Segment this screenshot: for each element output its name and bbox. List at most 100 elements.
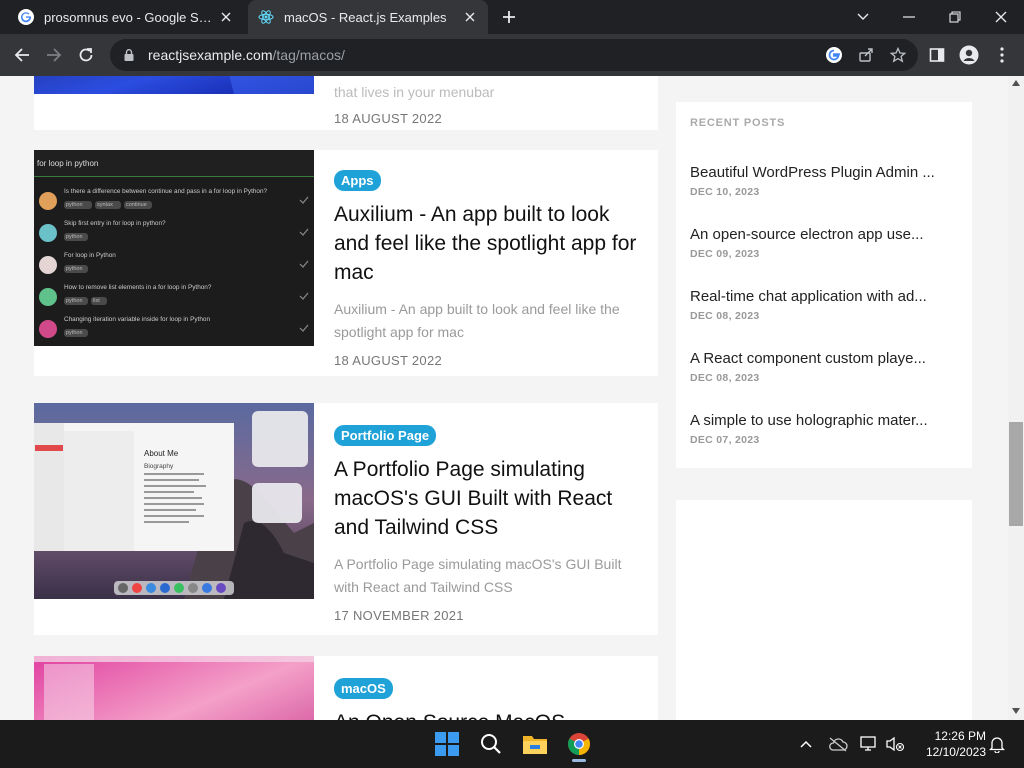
thumb-row-text: Skip first entry in for loop in python? [64,220,166,227]
thumb-tag: python [66,234,83,240]
profile-avatar-icon[interactable] [957,43,981,67]
macos-portfolio-screenshot [34,403,314,599]
category-badge[interactable]: macOS [334,678,393,699]
recent-post-item[interactable]: Real-time chat application with ad... DE… [690,288,960,322]
url-domain: reactjsexample.com [148,47,273,63]
scroll-thumb[interactable] [1009,422,1023,526]
page-scrollbar[interactable] [1008,76,1024,720]
post-card[interactable]: for loop in python Is there a difference… [34,150,658,376]
recent-post-title[interactable]: An open-source electron app use... [690,226,960,243]
google-icon [18,9,34,25]
thumb-row-text: Is there a difference between continue a… [64,188,268,195]
search-icon[interactable] [477,730,505,758]
close-tab-icon[interactable] [462,9,478,25]
recent-posts-widget: RECENT POSTS Beautiful WordPress Plugin … [676,102,972,468]
reload-button[interactable] [73,42,99,68]
recent-post-item[interactable]: Beautiful WordPress Plugin Admin ... DEC… [690,164,960,198]
macos-desktop-screenshot [34,656,314,720]
tab-search-icon[interactable] [840,0,886,34]
url-path: /tag/macos/ [272,47,345,63]
show-hidden-icons-icon[interactable] [794,732,818,756]
close-tab-icon[interactable] [218,9,234,25]
post-date: 17 NOVEMBER 2021 [334,608,464,623]
post-title[interactable]: Auxilium - An app built to look and feel… [334,200,644,287]
tab-macos-react[interactable]: macOS - React.js Examples [248,0,488,34]
page-content: that lives in your menubar 18 AUGUST 202… [0,76,1008,720]
recent-post-date: DEC 10, 2023 [690,186,760,198]
tab-google-search[interactable]: prosomnus evo - Google Search [8,0,244,34]
close-window-button[interactable] [978,0,1024,34]
recent-post-item[interactable]: An open-source electron app use... DEC 0… [690,226,960,260]
browser-toolbar: reactjsexample.com/tag/macos/ [0,34,1024,76]
post-title[interactable]: An Open Source MacOS [334,708,644,720]
windows-start-icon[interactable] [433,730,461,758]
bookmark-star-icon[interactable] [886,39,910,71]
recent-post-item[interactable]: A simple to use holographic mater... DEC… [690,412,960,446]
thumb-tag: python [66,266,83,272]
post-date: 18 AUGUST 2022 [334,353,443,368]
url-text: reactjsexample.com/tag/macos/ [148,47,345,63]
recent-post-date: DEC 09, 2023 [690,248,760,260]
thumb-tag: python [66,298,83,304]
new-tab-button[interactable] [498,6,520,28]
active-app-indicator [572,759,586,762]
post-thumbnail[interactable]: for loop in python Is there a difference… [34,150,314,346]
post-excerpt: Auxilium - An app built to look and feel… [334,301,620,340]
thumb-window-subheading: Biography [144,463,174,470]
recent-post-title[interactable]: A React component custom playe... [690,350,960,367]
post-thumbnail[interactable] [34,656,314,720]
category-badge[interactable]: Portfolio Page [334,425,437,446]
network-icon[interactable] [857,732,881,756]
post-title[interactable]: A Portfolio Page simulating macOS's GUI … [334,455,644,542]
volume-muted-icon[interactable] [883,732,907,756]
scroll-up-arrow-icon[interactable] [1012,80,1020,86]
post-card[interactable]: About Me Biography Portfolio Page A Port… [34,403,658,635]
category-badge[interactable]: Apps [334,170,381,191]
share-icon[interactable] [854,39,878,71]
recent-post-title[interactable]: Real-time chat application with ad... [690,288,960,305]
recent-post-date: DEC 07, 2023 [690,434,760,446]
google-lens-icon[interactable] [822,39,846,71]
recent-post-date: DEC 08, 2023 [690,372,760,384]
thumb-row-text: Changing iteration variable inside for l… [64,316,211,323]
address-bar[interactable]: reactjsexample.com/tag/macos/ [110,39,918,71]
recent-post-title[interactable]: Beautiful WordPress Plugin Admin ... [690,164,960,181]
chrome-taskbar-icon[interactable] [565,726,593,762]
tab-strip: prosomnus evo - Google Search macOS - Re… [0,0,1024,34]
post-excerpt: that lives in your menubar [334,84,495,100]
clock-date: 12/10/2023 [925,745,986,759]
post-thumbnail[interactable]: About Me Biography [34,403,314,599]
back-button[interactable] [9,42,35,68]
file-explorer-icon[interactable] [521,730,549,758]
thumb-search-text: for loop in python [37,159,99,168]
thumb-row-text: How to remove list elements in a for loo… [64,284,212,291]
thumb-window-heading: About Me [144,449,179,458]
tab-title: macOS - React.js Examples [284,9,447,25]
menu-kebab-icon[interactable] [990,43,1014,67]
post-card-partial[interactable]: that lives in your menubar 18 AUGUST 202… [34,76,658,130]
react-icon [258,10,274,24]
thumb-tag: python [66,202,83,208]
recent-post-item[interactable]: A React component custom playe... DEC 08… [690,350,960,384]
tab-title: prosomnus evo - Google Search [44,9,212,25]
cloud-sync-icon[interactable] [826,732,850,756]
forward-button[interactable] [41,42,67,68]
sidebar-empty-widget [676,500,972,720]
post-excerpt: A Portfolio Page simulating macOS's GUI … [334,556,622,595]
recent-post-date: DEC 08, 2023 [690,310,760,322]
recent-posts-heading: RECENT POSTS [690,117,786,129]
minimize-button[interactable] [886,0,932,34]
side-panel-icon[interactable] [925,43,949,67]
scroll-down-arrow-icon[interactable] [1012,708,1020,714]
post-thumbnail[interactable] [34,76,314,94]
clock-time: 12:26 PM [934,729,986,743]
post-card[interactable]: macOS An Open Source MacOS [34,656,658,720]
notification-bell-icon[interactable] [985,732,1009,756]
lock-icon [124,49,134,61]
thumb-tag: list [93,298,100,304]
system-clock[interactable]: 12:26 PM 12/10/2023 [914,728,986,760]
recent-post-title[interactable]: A simple to use holographic mater... [690,412,960,429]
thumb-tag: continue [126,202,147,208]
thumb-row-text: For loop in Python [64,252,116,259]
restore-button[interactable] [932,0,978,34]
